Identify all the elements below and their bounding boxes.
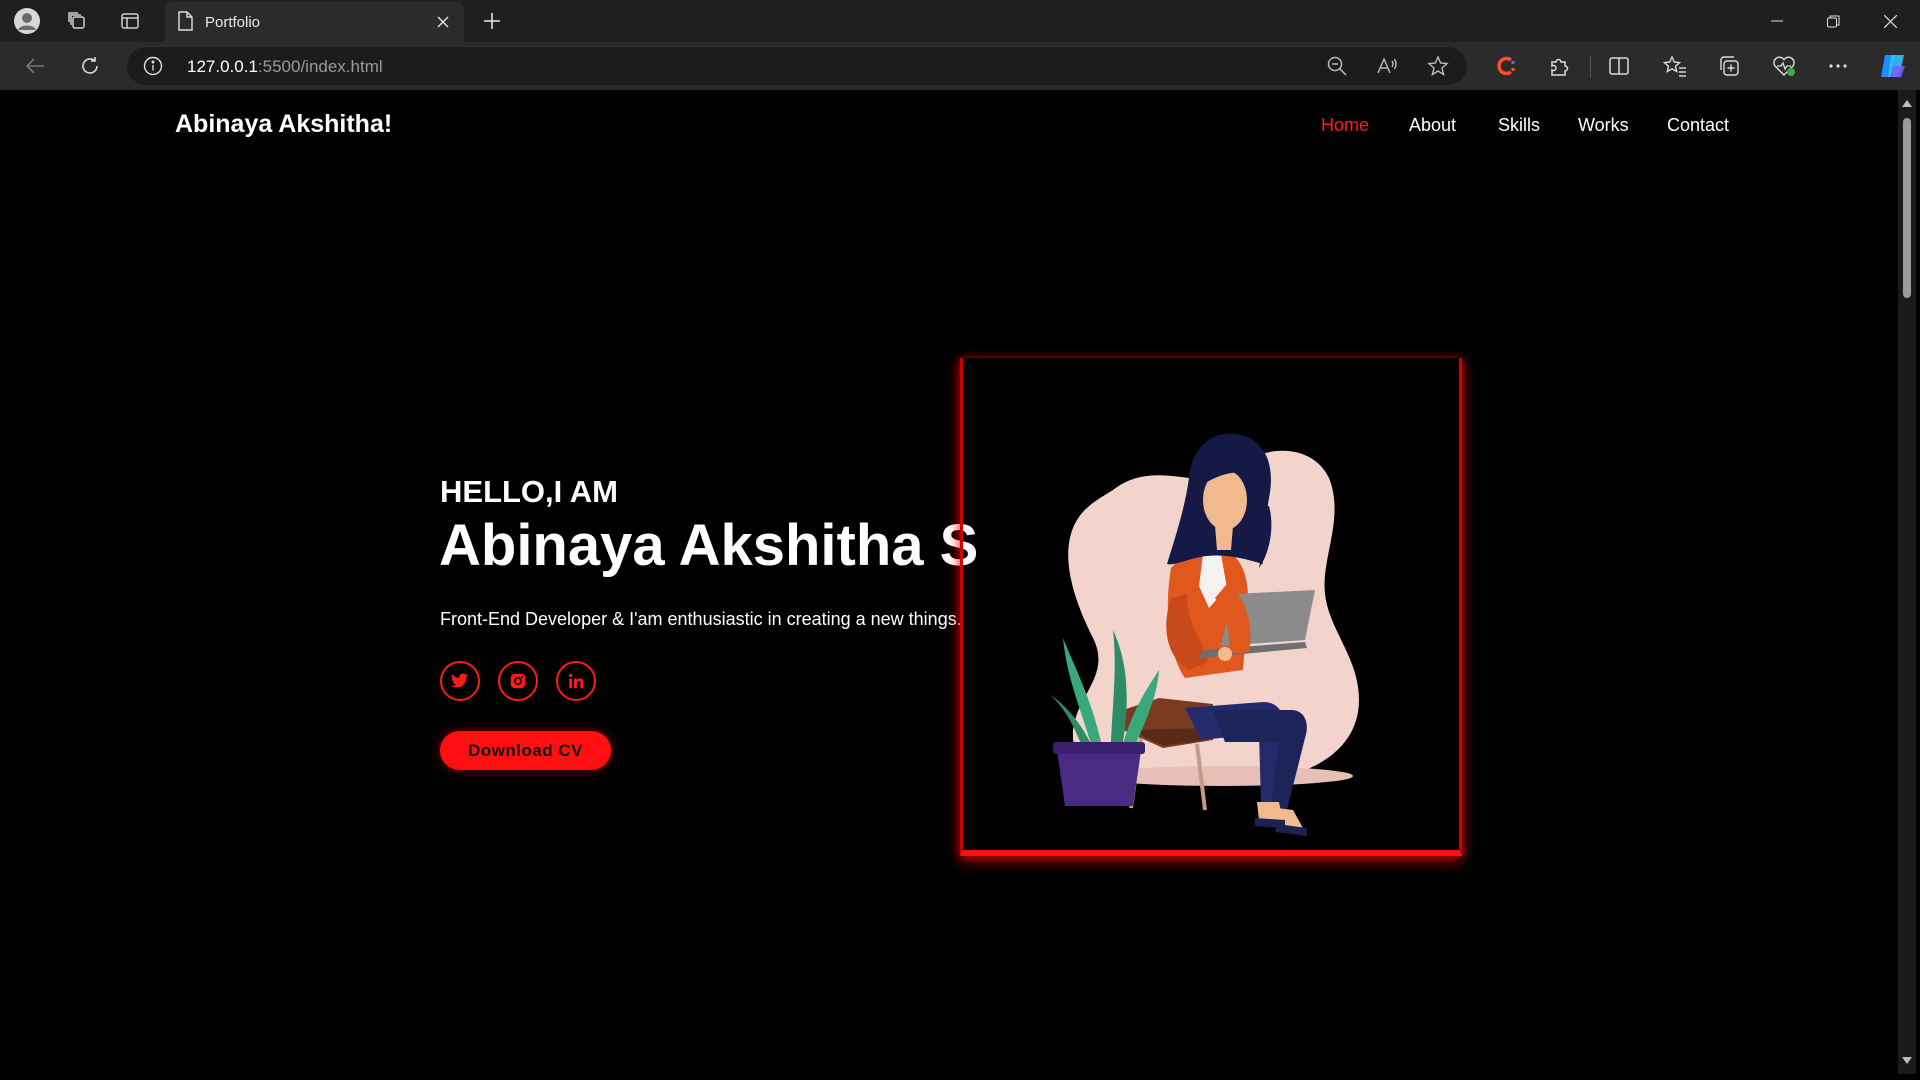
extensions-icon[interactable] (1543, 51, 1575, 81)
favorites-icon[interactable] (1659, 51, 1691, 81)
copilot-icon[interactable] (1877, 51, 1909, 81)
back-button[interactable] (19, 51, 51, 81)
page-icon (177, 11, 193, 35)
scroll-down-arrow-icon[interactable] (1902, 1057, 1912, 1064)
close-tab-icon[interactable] (432, 11, 454, 33)
page-scrollbar[interactable] (1898, 90, 1916, 1074)
nav-home[interactable]: Home (1321, 115, 1369, 136)
collections-icon[interactable] (1713, 51, 1745, 81)
nav-contact[interactable]: Contact (1667, 115, 1729, 136)
linkedin-icon (568, 673, 584, 689)
scroll-up-arrow-icon[interactable] (1902, 100, 1912, 107)
tab-portfolio[interactable]: Portfolio (165, 2, 464, 42)
extension-c-icon[interactable] (1490, 51, 1522, 81)
browser-titlebar: Portfolio (0, 0, 1920, 42)
browser-essentials-icon[interactable] (1768, 51, 1800, 81)
url-host: 127.0.0.1 (187, 57, 258, 76)
nav-works[interactable]: Works (1578, 115, 1629, 136)
nav-skills[interactable]: Skills (1498, 115, 1540, 136)
restore-button[interactable] (1813, 6, 1853, 36)
download-cv-button[interactable]: Download CV (440, 731, 611, 770)
favorite-star-icon[interactable] (1422, 51, 1454, 81)
vertical-tabs-icon[interactable] (116, 8, 144, 34)
hero-image-frame (960, 358, 1462, 856)
more-options-icon[interactable] (1822, 51, 1854, 81)
browser-toolbar: 127.0.0.1:5500/index.html (0, 42, 1920, 90)
twitter-icon (451, 673, 469, 688)
url-path: :5500/index.html (257, 57, 383, 76)
split-screen-icon[interactable] (1603, 51, 1635, 81)
address-bar[interactable]: 127.0.0.1:5500/index.html (127, 47, 1467, 85)
new-tab-button[interactable] (478, 8, 506, 34)
linkedin-link[interactable] (556, 661, 596, 701)
profile-icon[interactable] (13, 8, 41, 34)
zoom-out-icon[interactable] (1321, 51, 1353, 81)
url-text[interactable]: 127.0.0.1:5500/index.html (187, 57, 383, 77)
read-aloud-icon[interactable] (1371, 51, 1403, 81)
toolbar-divider (1590, 56, 1591, 78)
site-info-icon[interactable] (143, 56, 163, 81)
instagram-icon (510, 673, 526, 689)
scroll-thumb[interactable] (1903, 118, 1911, 298)
workspaces-icon[interactable] (63, 8, 91, 34)
nav-about[interactable]: About (1409, 115, 1456, 136)
hero-tagline: Front-End Developer & I'am enthusiastic … (440, 609, 962, 629)
page-viewport: Abinaya Akshitha! Home About Skills Work… (6, 90, 1898, 1074)
woman-with-laptop-illustration (1049, 433, 1359, 836)
hero-name: Abinaya Akshitha S (439, 513, 979, 578)
refresh-button[interactable] (74, 51, 106, 81)
site-logo[interactable]: Abinaya Akshitha! (175, 110, 392, 139)
hero-greeting: HELLO,I AM (440, 474, 618, 509)
close-window-button[interactable] (1870, 6, 1910, 36)
instagram-link[interactable] (498, 661, 538, 701)
minimize-button[interactable] (1757, 6, 1797, 36)
twitter-link[interactable] (440, 661, 480, 701)
tab-title: Portfolio (205, 14, 261, 31)
